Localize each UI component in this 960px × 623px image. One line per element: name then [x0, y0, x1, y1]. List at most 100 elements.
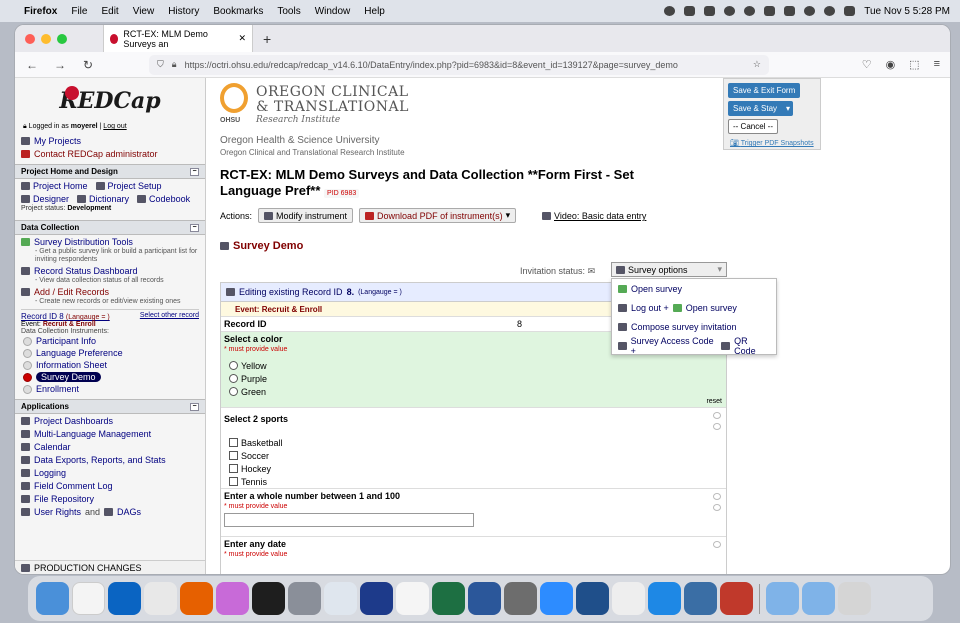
applications-folder-icon[interactable]	[766, 582, 799, 615]
survey-tools-link[interactable]: Survey Distribution Tools	[15, 235, 205, 248]
window-icon[interactable]	[764, 6, 776, 16]
finder-icon[interactable]	[36, 582, 69, 615]
reload-icon[interactable]: ↻	[81, 58, 95, 72]
radio-circle[interactable]	[229, 361, 238, 370]
collapse-icon[interactable]: −	[190, 223, 199, 232]
instrument-participant-info[interactable]: Participant Info	[15, 335, 205, 347]
system-settings-icon[interactable]	[288, 582, 321, 615]
back-icon[interactable]: ←	[25, 58, 39, 72]
word-icon[interactable]	[468, 582, 501, 615]
my-projects-link[interactable]: My Projects	[15, 134, 205, 147]
minimize-window-icon[interactable]	[41, 33, 51, 44]
lock-icon[interactable]: 🔒︎	[172, 59, 177, 70]
project-home-link[interactable]: Project Home	[21, 181, 88, 191]
instrument-survey-demo[interactable]: Survey Demo	[15, 371, 205, 383]
logout-open-survey-item[interactable]: Log out + Open survey	[612, 298, 776, 317]
calculator-icon[interactable]	[504, 582, 537, 615]
tab-close-icon[interactable]: ✕	[238, 33, 246, 44]
downloads-folder-icon[interactable]	[802, 582, 835, 615]
menu-app-name[interactable]: Firefox	[24, 6, 57, 17]
record-dashboard-link[interactable]: Record Status Dashboard	[15, 264, 205, 277]
zoom-window-icon[interactable]	[57, 33, 67, 44]
terminal-icon[interactable]	[252, 582, 285, 615]
spotlight-icon[interactable]	[824, 6, 836, 16]
number-input[interactable]	[224, 513, 474, 527]
textedit-icon[interactable]	[396, 582, 429, 615]
checkbox[interactable]	[229, 451, 238, 460]
forward-icon[interactable]: →	[53, 58, 67, 72]
cancel-button[interactable]: -- Cancel --	[728, 119, 779, 134]
reset-link[interactable]: reset	[706, 398, 722, 405]
collapse-icon[interactable]: −	[190, 402, 199, 411]
quicktime-icon[interactable]	[684, 582, 717, 615]
radio-yellow[interactable]: Yellow	[224, 359, 723, 372]
cloud-icon[interactable]	[724, 6, 736, 16]
trigger-pdf-link[interactable]: 📷︎ Trigger PDF Snapshots	[730, 139, 814, 147]
save-exit-button[interactable]: Save & Exit Form	[728, 83, 801, 98]
telegram-icon[interactable]	[744, 6, 756, 16]
checkbox-basketball[interactable]: Basketball	[224, 436, 723, 449]
radio-purple[interactable]: Purple	[224, 372, 723, 385]
menu-view[interactable]: View	[133, 6, 155, 17]
outlook-icon[interactable]	[108, 582, 141, 615]
app-project-dashboards[interactable]: Project Dashboards	[15, 414, 205, 427]
logout-link[interactable]: Log out	[103, 123, 126, 130]
compose-invitation-item[interactable]: Compose survey invitation	[612, 317, 776, 336]
app-dags[interactable]: DAGs	[117, 507, 141, 517]
pocket-icon[interactable]: ♡	[862, 58, 872, 71]
app-data-exports[interactable]: Data Exports, Reports, and Stats	[15, 453, 205, 466]
photos-icon[interactable]	[612, 582, 645, 615]
menu-edit[interactable]: Edit	[101, 6, 118, 17]
checkbox[interactable]	[229, 477, 238, 486]
checkbox[interactable]	[229, 464, 238, 473]
designer-link[interactable]: Designer	[21, 194, 69, 204]
safari-icon[interactable]	[648, 582, 681, 615]
history-icon[interactable]	[713, 493, 721, 500]
menu-history[interactable]: History	[168, 6, 199, 17]
trash-icon[interactable]	[838, 582, 871, 615]
new-tab-icon[interactable]: +	[263, 31, 271, 47]
open-survey-item[interactable]: Open survey	[612, 279, 776, 298]
weather-icon[interactable]	[684, 6, 696, 16]
excel-icon[interactable]	[432, 582, 465, 615]
preview-icon[interactable]	[324, 582, 357, 615]
app-user-rights[interactable]: User Rights	[34, 507, 81, 517]
shield-icon[interactable]: ⛉	[157, 59, 164, 70]
history-icon[interactable]	[713, 541, 721, 548]
radio-green[interactable]: Green	[224, 385, 723, 398]
codebook-link[interactable]: Codebook	[137, 194, 190, 204]
checkbox-hockey[interactable]: Hockey	[224, 462, 723, 475]
envelope-icon[interactable]: ✉	[588, 266, 596, 276]
url-bar[interactable]: ⛉ 🔒︎ https://octri.ohsu.edu/redcap/redca…	[149, 54, 769, 75]
menu-icon[interactable]: ≡	[934, 58, 940, 71]
tab-active[interactable]: RCT-EX: MLM Demo Surveys an ✕	[103, 25, 253, 52]
instrument-information-sheet[interactable]: Information Sheet	[15, 359, 205, 371]
project-setup-link[interactable]: Project Setup	[95, 181, 162, 191]
zoom-icon[interactable]	[704, 6, 716, 16]
survey-options-button[interactable]: Survey options ▾	[611, 262, 727, 277]
app-multi-language[interactable]: Multi-Language Management	[15, 427, 205, 440]
webex-icon[interactable]	[360, 582, 393, 615]
app-field-comment-log[interactable]: Field Comment Log	[15, 479, 205, 492]
firefox-icon[interactable]	[180, 582, 213, 615]
chrome-icon[interactable]	[144, 582, 177, 615]
checkbox[interactable]	[229, 438, 238, 447]
redcap-logo[interactable]: REDCap	[15, 78, 205, 123]
account-icon[interactable]: ◉	[886, 58, 896, 71]
radio-circle[interactable]	[229, 374, 238, 383]
access-code-item[interactable]: Survey Access Code + QR Code	[612, 336, 776, 356]
caret-down-icon[interactable]: ▾	[786, 104, 790, 113]
app-calendar[interactable]: Calendar	[15, 440, 205, 453]
modify-instrument-button[interactable]: Modify instrument	[258, 208, 354, 223]
battery-icon[interactable]	[784, 6, 796, 16]
production-changes[interactable]: PRODUCTION CHANGES	[15, 560, 205, 574]
video-link[interactable]: Video: Basic data entry	[542, 211, 646, 221]
app-logging[interactable]: Logging	[15, 466, 205, 479]
dictionary-link[interactable]: Dictionary	[77, 194, 129, 204]
menubar-clock[interactable]: Tue Nov 5 5:28 PM	[864, 6, 950, 17]
zoom-app-icon[interactable]	[540, 582, 573, 615]
wifi-icon[interactable]	[804, 6, 816, 16]
menu-bookmarks[interactable]: Bookmarks	[213, 6, 263, 17]
creative-app-icon[interactable]	[720, 582, 753, 615]
menu-tools[interactable]: Tools	[277, 6, 300, 17]
